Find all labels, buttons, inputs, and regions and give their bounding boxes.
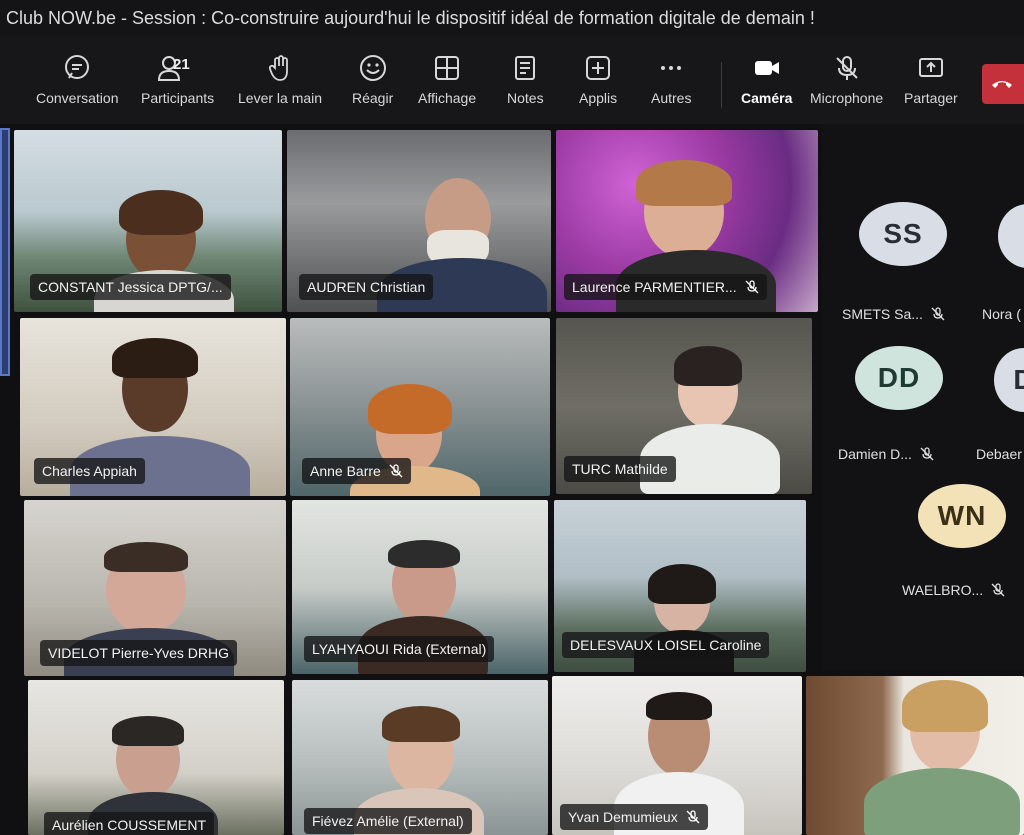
conversation-label: Conversation (36, 90, 119, 106)
raise-hand-label: Lever la main (238, 90, 323, 106)
microphone-off-icon (389, 464, 403, 478)
microphone-off-icon (686, 810, 700, 824)
notes-label: Notes (507, 90, 544, 106)
participants-button[interactable]: 21 Participants (141, 54, 214, 106)
smiley-icon (359, 55, 386, 81)
microphone-label: Microphone (810, 90, 884, 106)
video-tile[interactable]: Laurence PARMENTIER... (556, 130, 818, 312)
video-tile[interactable]: LYAHYAOUI Rida (External) (292, 500, 548, 674)
participant-name-tag: CONSTANT Jessica DPTG/... (30, 274, 231, 300)
participant-name-tag: TURC Mathilde (564, 456, 676, 482)
video-tile[interactable]: AUDREN Christian (287, 130, 551, 312)
video-tile[interactable]: VIDELOT Pierre-Yves DRHG (24, 500, 286, 676)
notes-icon (515, 56, 536, 80)
apps-label: Applis (579, 90, 618, 106)
video-tile[interactable]: Anne Barre (290, 318, 550, 496)
window-title: Club NOW.be - Session : Co-construire au… (0, 0, 1024, 36)
leave-call-button[interactable] (982, 64, 1024, 104)
video-tile[interactable]: Charles Appiah (20, 318, 286, 496)
view-label: Affichage (418, 90, 477, 106)
shared-content-edge (0, 128, 10, 376)
raise-hand-button[interactable]: Lever la main (238, 54, 322, 106)
microphone-off-icon (745, 280, 759, 294)
participant-name-tag: AUDREN Christian (299, 274, 434, 300)
share-button[interactable]: Partager (904, 54, 958, 106)
more-label: Autres (651, 90, 692, 106)
participant-name-tag: DELESVAUX LOISEL Caroline (562, 632, 770, 658)
conversation-button[interactable]: Conversation (36, 54, 119, 106)
video-tile[interactable]: TURC Mathilde (556, 318, 812, 494)
meeting-toolbar: Conversation 21 Participants Lever la ma… (0, 36, 1024, 124)
camera-label: Caméra (741, 90, 793, 106)
video-tile[interactable]: Aurélien COUSSEMENT (28, 680, 284, 835)
participant-avatar[interactable]: DD (855, 346, 943, 410)
notes-button[interactable]: Notes (507, 54, 544, 106)
participant-avatar[interactable]: WN (918, 484, 1006, 548)
video-tile[interactable]: Yvan Demumieux (552, 676, 802, 835)
grid-view-icon (435, 56, 460, 80)
hang-up-icon (992, 81, 1012, 88)
chat-bubble-icon (65, 55, 90, 79)
microphone-off-icon (835, 56, 858, 80)
view-button[interactable]: Affichage (418, 54, 476, 106)
video-tile[interactable]: CONSTANT Jessica DPTG/... (14, 130, 282, 312)
avatar-name-label: SMETS Sa... (842, 306, 945, 322)
participants-count: 21 (173, 56, 190, 73)
participant-name-tag: LYAHYAOUI Rida (External) (304, 636, 495, 662)
avatar-name-label: Nora ( (982, 306, 1021, 322)
microphone-off-icon (931, 307, 945, 321)
video-tile[interactable]: Fiévez Amélie (External) (292, 680, 548, 835)
microphone-button[interactable]: Microphone (810, 54, 883, 106)
participant-name-tag: Anne Barre (302, 458, 411, 484)
camera-button[interactable]: Caméra (741, 54, 792, 106)
video-tile[interactable] (806, 676, 1024, 835)
react-label: Réagir (352, 90, 394, 106)
more-dots-icon (661, 66, 682, 70)
microphone-off-icon (991, 583, 1005, 597)
react-button[interactable]: Réagir (352, 54, 393, 106)
participant-name-tag: VIDELOT Pierre-Yves DRHG (40, 640, 238, 666)
participant-name-tag: Laurence PARMENTIER... (564, 274, 767, 300)
plus-square-icon (586, 56, 611, 80)
participant-avatar[interactable]: SS (859, 202, 947, 266)
share-screen-icon (918, 58, 943, 77)
participants-label: Participants (141, 90, 215, 106)
participant-name-tag: Yvan Demumieux (560, 804, 708, 830)
more-button[interactable]: Autres (651, 54, 691, 106)
toolbar-divider (721, 62, 722, 108)
participant-name-tag: Aurélien COUSSEMENT (44, 812, 215, 835)
apps-button[interactable]: Applis (579, 54, 617, 106)
participant-name-tag: Fiévez Amélie (External) (304, 808, 472, 834)
avatar-name-label: WAELBRO... (902, 582, 1005, 598)
camera-icon (754, 61, 779, 75)
hand-icon (268, 55, 288, 81)
avatar-name-label: Damien D... (838, 446, 934, 462)
microphone-off-icon (920, 447, 934, 461)
video-tile[interactable]: DELESVAUX LOISEL Caroline (554, 500, 806, 672)
avatar-name-label: Debaer (976, 446, 1022, 462)
participant-name-tag: Charles Appiah (34, 458, 145, 484)
share-label: Partager (904, 90, 958, 106)
